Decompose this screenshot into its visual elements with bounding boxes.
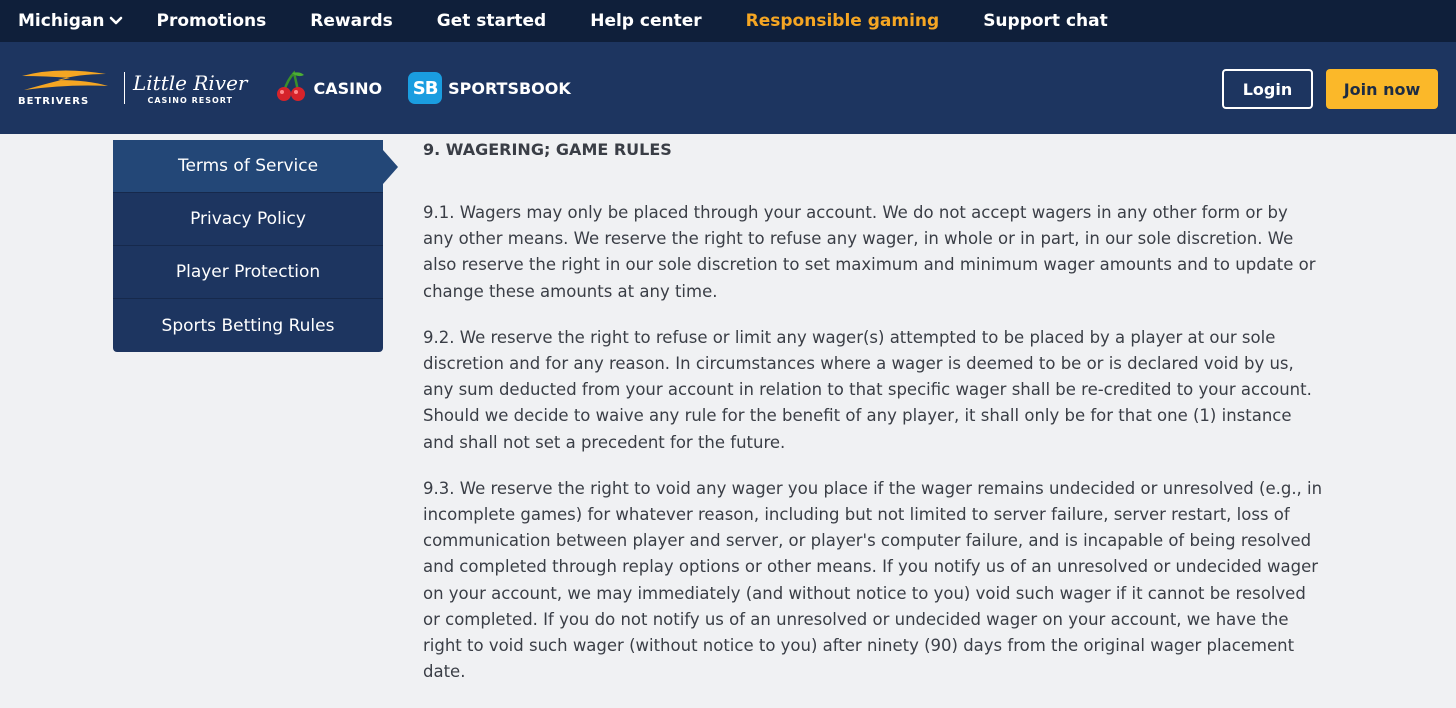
- region-selector[interactable]: Michigan: [18, 11, 123, 31]
- legal-content: 9. WAGERING; GAME RULES 9.1. Wagers may …: [423, 140, 1323, 685]
- betrivers-swoosh-icon: [22, 70, 108, 90]
- nav-promotions[interactable]: Promotions: [157, 11, 267, 31]
- casino-link[interactable]: CASINO: [274, 69, 383, 107]
- nav-help-center[interactable]: Help center: [590, 11, 701, 31]
- little-river-logo[interactable]: Little River CASINO RESORT: [133, 72, 248, 105]
- casino-label: CASINO: [313, 78, 383, 98]
- side-item-terms-of-service[interactable]: Terms of Service: [113, 140, 398, 193]
- nav-get-started[interactable]: Get started: [437, 11, 546, 31]
- nav-rewards[interactable]: Rewards: [310, 11, 392, 31]
- betrivers-logo[interactable]: BETRIVERS: [18, 66, 110, 110]
- side-item-sports-betting-rules[interactable]: Sports Betting Rules: [113, 299, 383, 352]
- brand-header: BETRIVERS Little River CASINO RESORT CAS…: [0, 42, 1456, 134]
- nav-support-chat[interactable]: Support chat: [983, 11, 1108, 31]
- side-item-privacy-policy[interactable]: Privacy Policy: [113, 193, 383, 246]
- login-button[interactable]: Login: [1222, 69, 1313, 109]
- top-nav-bar: Michigan Promotions Rewards Get started …: [0, 0, 1456, 42]
- cherries-icon: [274, 69, 308, 107]
- little-river-sub: CASINO RESORT: [147, 95, 234, 105]
- brand-logos: BETRIVERS Little River CASINO RESORT CAS…: [18, 66, 571, 110]
- chevron-down-icon: [109, 11, 123, 31]
- logo-divider: [124, 72, 125, 104]
- paragraph-9-2: 9.2. We reserve the right to refuse or l…: [423, 327, 1312, 452]
- sportsbook-label: SPORTSBOOK: [448, 78, 571, 98]
- region-label: Michigan: [18, 11, 105, 31]
- little-river-name: Little River: [133, 70, 248, 95]
- paragraph-9-3: 9.3. We reserve the right to void any wa…: [423, 478, 1323, 682]
- section-title: 9. WAGERING; GAME RULES: [423, 140, 672, 159]
- join-now-button[interactable]: Join now: [1326, 69, 1438, 109]
- nav-responsible-gaming[interactable]: Responsible gaming: [746, 11, 940, 31]
- betrivers-wordmark: BETRIVERS: [18, 96, 90, 107]
- paragraph-9-1: 9.1. Wagers may only be placed through y…: [423, 203, 1316, 301]
- sportsbook-icon: SB: [408, 72, 443, 104]
- sportsbook-link[interactable]: SB SPORTSBOOK: [408, 72, 571, 104]
- legal-side-menu: Terms of Service Privacy Policy Player P…: [113, 140, 398, 352]
- side-item-player-protection[interactable]: Player Protection: [113, 246, 383, 299]
